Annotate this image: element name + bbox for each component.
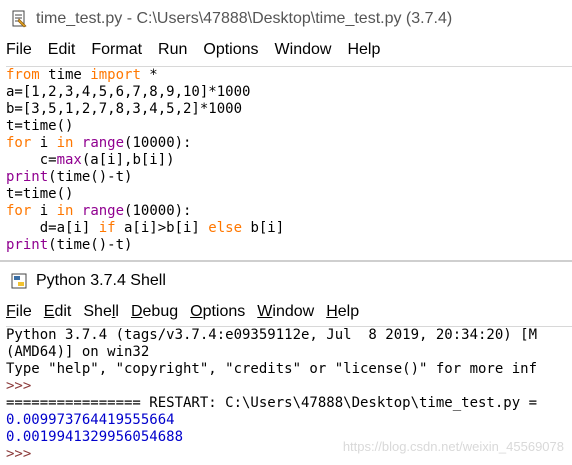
code-line: for i in range(10000): [6,203,192,219]
shell-window: Python 3.7.4 Shell File Edit Shell Debug Opt… [0,262,572,464]
editor-code-area[interactable]: from time import * a=[1,2,3,4,5,6,7,8,9,1… [6,66,572,257]
shell-line: (AMD64)] on win32 [6,344,150,360]
shell-menu-window[interactable]: Window [257,303,314,321]
editor-menu-format[interactable]: Format [91,41,142,59]
shell-menu-edit[interactable]: Edit [44,303,72,321]
python-shell-icon [10,272,28,290]
code-line: from time import * [6,67,158,83]
shell-menu-shell[interactable]: Shell [83,303,119,321]
code-line: c=max(a[i],b[i]) [6,152,175,168]
code-line: t=time() [6,118,74,134]
editor-menu-options[interactable]: Options [203,41,258,59]
shell-menu-help[interactable]: Help [326,303,359,321]
editor-menu-edit[interactable]: Edit [48,41,76,59]
editor-window: time_test.py - C:\Users\47888\Desktop\ti… [0,0,572,262]
idle-editor-icon [10,10,28,28]
shell-menubar: File Edit Shell Debug Options Window Help [0,300,572,324]
editor-menu-file[interactable]: File [6,41,32,59]
shell-titlebar[interactable]: Python 3.7.4 Shell [0,262,572,300]
shell-output-line: 0.009973764419555664 [6,412,175,428]
shell-prompt: >>> [6,378,40,394]
code-line: t=time() [6,186,74,202]
shell-menu-file[interactable]: File [6,303,32,321]
editor-menu-window[interactable]: Window [275,41,332,59]
shell-menu-debug[interactable]: Debug [131,303,178,321]
code-line: print(time()-t) [6,237,133,253]
code-line: b=[3,5,1,2,7,8,3,4,5,2]*1000 [6,101,243,117]
editor-menubar: File Edit Format Run Options Window Help [0,38,572,62]
code-line: for i in range(10000): [6,135,192,151]
shell-line: Type "help", "copyright", "credits" or "… [6,361,538,377]
code-line: a=[1,2,3,4,5,6,7,8,9,10]*1000 [6,84,251,100]
editor-title: time_test.py - C:\Users\47888\Desktop\ti… [36,10,453,27]
shell-line: Python 3.7.4 (tags/v3.7.4:e09359112e, Ju… [6,327,538,343]
code-line: d=a[i] if a[i]>b[i] else b[i] [6,220,285,236]
code-line: print(time()-t) [6,169,133,185]
shell-line: ================ RESTART: C:\Users\47888… [6,395,538,411]
editor-menu-help[interactable]: Help [347,41,380,59]
shell-menu-options[interactable]: Options [190,303,245,321]
shell-title: Python 3.7.4 Shell [36,272,166,289]
editor-titlebar[interactable]: time_test.py - C:\Users\47888\Desktop\ti… [0,0,572,38]
editor-menu-run[interactable]: Run [158,41,187,59]
watermark: https://blog.csdn.net/weixin_45569078 [342,439,564,454]
